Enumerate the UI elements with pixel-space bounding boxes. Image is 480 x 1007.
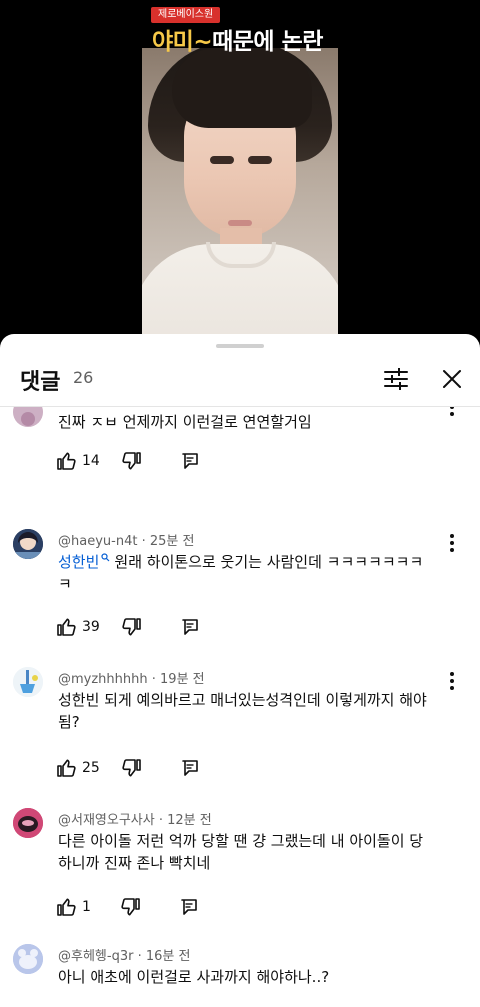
mention-link[interactable]: 성한빈 (58, 553, 99, 571)
more-vertical-icon (450, 672, 454, 690)
video-person-mouth (228, 220, 252, 226)
dislike-button[interactable] (122, 617, 142, 637)
comments-header: 댓글 26 (0, 356, 480, 406)
dislike-button[interactable] (121, 897, 141, 917)
comment-item: @후헤헹-q3r · 16분 전 아니 애초에 이런걸로 사과까지 해야하나..… (0, 944, 480, 1007)
comment-meta: @서재영오구사사 · 12분 전 (58, 813, 212, 828)
reply-button[interactable] (179, 897, 199, 917)
comment-author[interactable]: @후헤헹-q3r (58, 949, 133, 964)
like-button[interactable]: 25 (56, 758, 100, 778)
comment-meta: @haeyu-n4t · 25분 전 (58, 534, 195, 549)
dislike-button[interactable] (122, 758, 142, 778)
thumbs-up-icon (57, 898, 76, 916)
thumbs-up-icon (57, 452, 76, 470)
comment-author[interactable]: @myzhhhhhh (58, 672, 148, 687)
dislike-button[interactable] (122, 451, 142, 471)
video-player[interactable]: 제로베이스원 야미~때문에 논란 (0, 0, 480, 340)
like-button[interactable]: 14 (56, 451, 100, 471)
comment-author[interactable]: @haeyu-n4t (58, 534, 137, 549)
like-count: 25 (82, 760, 100, 776)
comment-avatar[interactable] (13, 667, 43, 697)
comment-time: 12분 전 (167, 813, 212, 828)
sliders-icon (384, 368, 408, 390)
thumbs-down-icon (122, 759, 141, 777)
like-count: 1 (82, 899, 91, 915)
comment-text: 성한빈 원래 하이톤으로 웃기는 사람인데 ㅋㅋㅋㅋㅋㅋㅋㅋ (58, 551, 430, 595)
comment-actions: 14 (56, 449, 200, 473)
comments-count: 26 (73, 368, 94, 387)
sheet-drag-handle[interactable] (216, 344, 264, 348)
thumbs-up-icon (57, 759, 76, 777)
like-button[interactable]: 39 (56, 617, 100, 637)
reply-icon (182, 619, 198, 635)
video-title-rest: 때문에 논란 (212, 29, 323, 55)
thumbs-up-icon (57, 618, 76, 636)
comment-more-button[interactable] (442, 531, 462, 555)
comment-body: 원래 하이톤으로 웃기는 사람인데 ㅋㅋㅋㅋㅋㅋㅋㅋ (58, 553, 424, 593)
comment-avatar[interactable] (13, 407, 43, 427)
reply-button[interactable] (180, 758, 200, 778)
comment-avatar[interactable] (13, 808, 43, 838)
thumbs-down-icon (122, 618, 141, 636)
like-count: 14 (82, 453, 100, 469)
thumbs-down-icon (121, 898, 140, 916)
reply-icon (182, 760, 198, 776)
reply-icon (182, 453, 198, 469)
comment-text: 다른 아이돌 저런 억까 당할 땐 걍 그랬는데 내 아이돌이 당하니까 진짜 … (58, 832, 424, 872)
comments-list[interactable]: 진짜 ㅈㅂ 언제까지 이런걸로 연연할거임 14 @haeyu-n4t · 25… (0, 407, 480, 1007)
comments-title: 댓글 (20, 370, 61, 395)
reply-button[interactable] (180, 451, 200, 471)
comment-text: 아니 애초에 이런걸로 사과까지 해야하나..? (58, 968, 330, 986)
comment-item: 진짜 ㅈㅂ 언제까지 이런걸로 연연할거임 14 (0, 407, 480, 529)
comment-item: @서재영오구사사 · 12분 전 다른 아이돌 저런 억까 당할 땐 걍 그랬는… (0, 808, 480, 944)
comment-text: 성한빈 되게 예의바르고 매너있는성격인데 이렇게까지 해야됨? (58, 691, 427, 731)
filter-button[interactable] (381, 364, 411, 394)
video-frame (142, 48, 338, 340)
comment-more-button[interactable] (442, 407, 462, 419)
video-person-eye-left (210, 156, 234, 164)
comment-actions: 25 (56, 756, 200, 780)
comment-more-button[interactable] (442, 669, 462, 693)
comment-meta: @myzhhhhhh · 19분 전 (58, 672, 205, 687)
comment-actions: 39 (56, 615, 200, 639)
comment-text: 진짜 ㅈㅂ 언제까지 이런걸로 연연할거임 (58, 413, 312, 431)
comment-meta: @후헤헹-q3r · 16분 전 (58, 949, 191, 964)
video-person-bangs (172, 48, 312, 128)
reply-button[interactable] (180, 617, 200, 637)
comment-time: 25분 전 (149, 534, 195, 549)
video-channel-badge: 제로베이스원 (151, 7, 221, 23)
close-icon (443, 370, 461, 388)
comment-time: 16분 전 (145, 949, 191, 964)
comment-time: 19분 전 (160, 672, 205, 687)
search-icon (101, 553, 110, 562)
thumbs-down-icon (122, 452, 141, 470)
comment-actions: 1 (56, 895, 199, 919)
comment-author[interactable]: @서재영오구사사 (58, 813, 155, 828)
reply-icon (181, 899, 197, 915)
more-vertical-icon (450, 534, 454, 552)
video-title-highlight: 야미~ (152, 29, 213, 55)
more-vertical-icon (450, 407, 454, 416)
like-count: 39 (82, 619, 100, 635)
comment-avatar[interactable] (13, 944, 43, 974)
comment-item: @haeyu-n4t · 25분 전 성한빈 원래 하이톤으로 웃기는 사람인데 … (0, 529, 480, 667)
like-button[interactable]: 1 (56, 897, 91, 917)
comments-sheet: 댓글 26 진짜 ㅈㅂ 언제까지 이런걸로 연연할거임 14 @haeyu-n4… (0, 334, 480, 1007)
comment-item: @myzhhhhhh · 19분 전 성한빈 되게 예의바르고 매너있는성격인데… (0, 667, 480, 808)
close-button[interactable] (437, 364, 467, 394)
comment-avatar[interactable] (13, 529, 43, 559)
video-person-eye-right (248, 156, 272, 164)
video-title: 야미~때문에 논란 (152, 22, 323, 56)
